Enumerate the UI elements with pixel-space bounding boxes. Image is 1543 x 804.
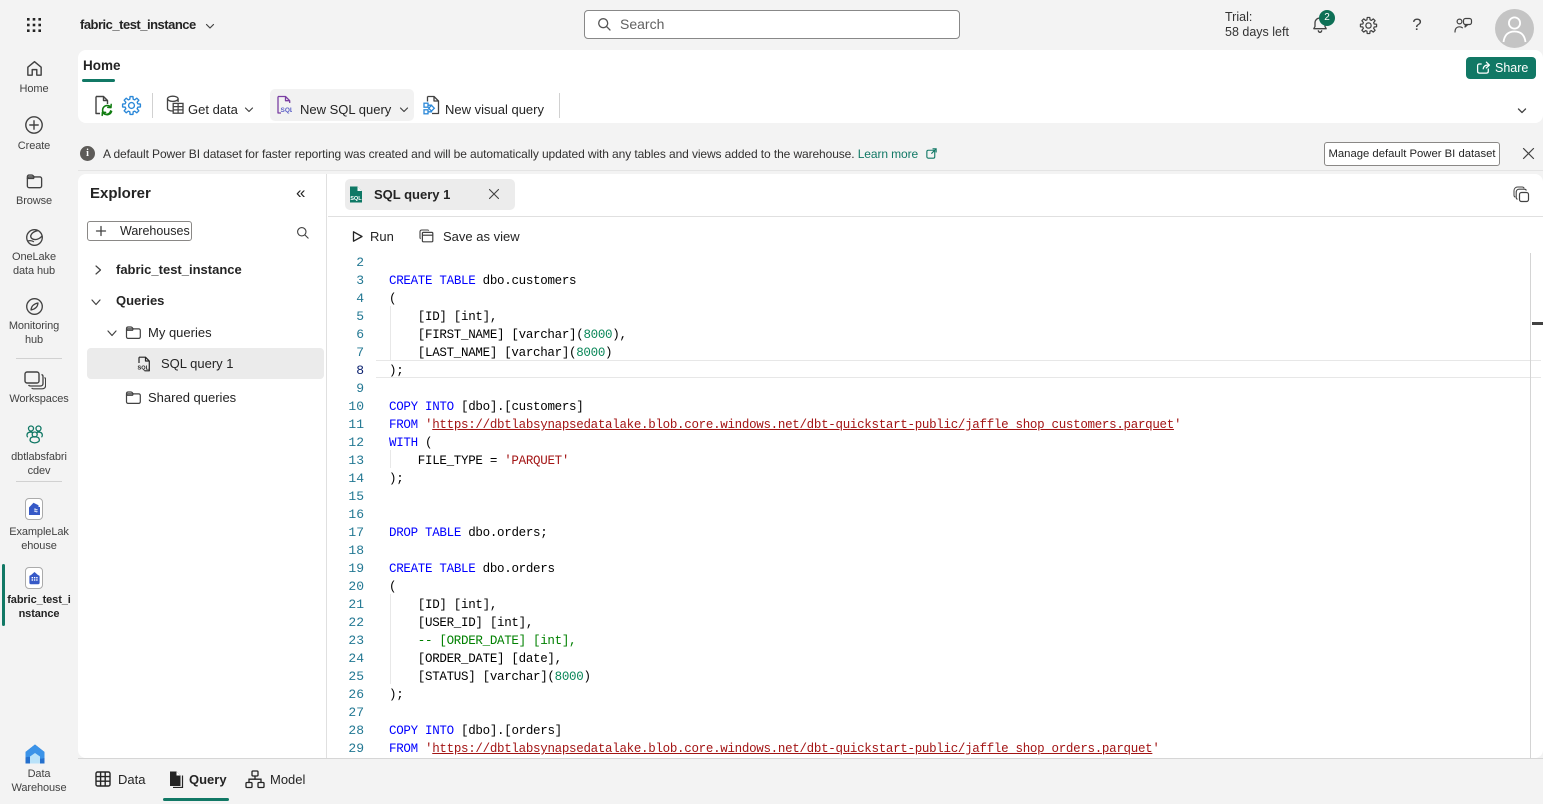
svg-text:SQL: SQL <box>138 366 150 372</box>
svg-text:SQL: SQL <box>350 196 362 202</box>
svg-text:SQL: SQL <box>281 107 293 114</box>
